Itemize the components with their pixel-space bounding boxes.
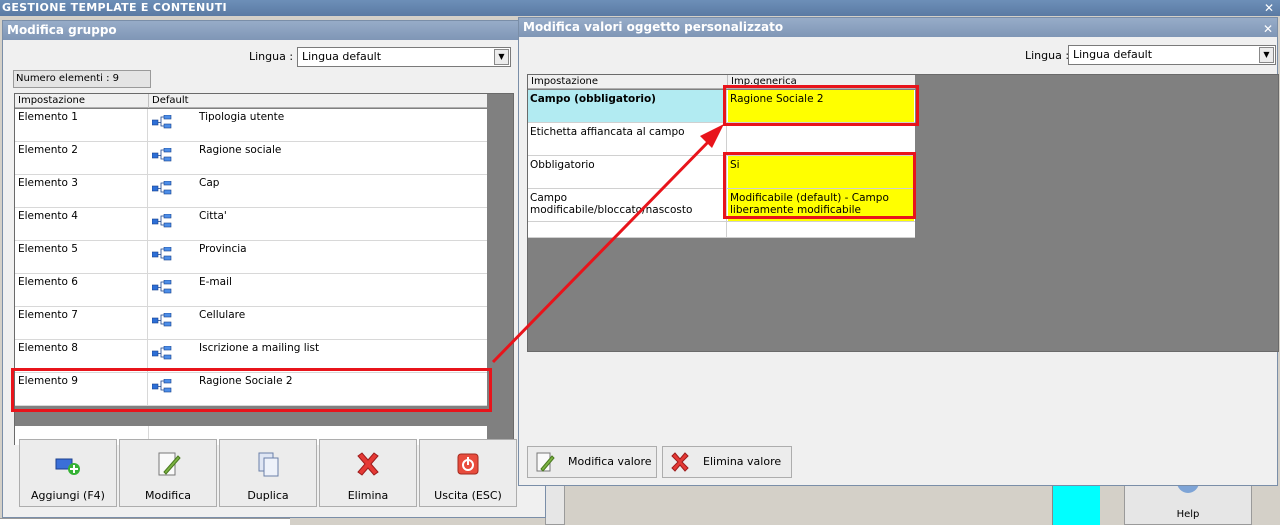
language-select[interactable]: Lingua default ▼ [297, 47, 511, 67]
table-row[interactable]: Elemento 6 E-mail [15, 274, 487, 307]
table-row[interactable]: Elemento 3 Cap [15, 175, 487, 208]
modifica-valore-button[interactable]: Modifica valore [527, 446, 657, 478]
add-button-label: Aggiungi (F4) [31, 489, 105, 502]
delete-button-label: Elimina [347, 489, 389, 502]
window-title-bar: Modifica valori oggetto personalizzato ✕ [519, 18, 1277, 37]
app-title-bar: GESTIONE TEMPLATE E CONTENUTI [0, 0, 1280, 16]
window-title: Modifica valori oggetto personalizzato [523, 20, 784, 34]
hierarchy-icon [152, 280, 172, 294]
delete-button[interactable]: Elimina [319, 439, 417, 507]
row-value: Ragione sociale [199, 144, 282, 156]
duplicate-button-label: Duplica [247, 489, 289, 502]
hierarchy-icon [152, 148, 172, 162]
element-count-text: Numero elementi : 9 [16, 73, 120, 84]
duplicate-icon [258, 452, 279, 477]
row-value: Cellulare [199, 309, 246, 321]
close-icon[interactable]: ✕ [1263, 20, 1273, 39]
row-name: Elemento 3 [15, 175, 148, 208]
language-label: Lingua : [249, 50, 294, 63]
hierarchy-icon [152, 247, 172, 261]
table-row[interactable]: Elemento 2 Ragione sociale [15, 142, 487, 175]
modifica-valore-label: Modifica valore [568, 455, 652, 468]
delete-icon [357, 452, 379, 476]
language-select-value: Lingua default [302, 50, 382, 63]
language-label: Lingua : [1025, 49, 1070, 62]
table-row[interactable]: Elemento 7 Cellulare [15, 307, 487, 340]
row-name: Elemento 2 [15, 142, 148, 175]
grid-header: Impostazione Default [15, 94, 487, 108]
chevron-down-icon[interactable]: ▼ [1259, 47, 1274, 63]
elimina-valore-label: Elimina valore [703, 455, 782, 468]
hierarchy-icon [152, 346, 172, 360]
duplicate-button[interactable]: Duplica [219, 439, 317, 507]
row-name: Elemento 1 [15, 109, 148, 142]
help-label: Help [1176, 509, 1200, 520]
column-header-default[interactable]: Default [149, 94, 487, 108]
row-name: Elemento 6 [15, 274, 148, 307]
property-key: Campo (obbligatorio) [528, 90, 727, 122]
property-empty-row [528, 222, 915, 238]
row-value: Provincia [199, 243, 247, 255]
exit-button-label: Uscita (ESC) [434, 489, 502, 502]
modifica-gruppo-window: Modifica gruppo Lingua : Lingua default … [2, 20, 546, 518]
property-key: Campo modificabile/bloccato/nascosto [528, 189, 727, 221]
hierarchy-icon [152, 313, 172, 327]
column-header-impostazione[interactable]: Impostazione [528, 75, 728, 89]
language-select[interactable]: Lingua default ▼ [1068, 45, 1276, 65]
row-value: Iscrizione a mailing list [199, 342, 320, 354]
language-select-value: Lingua default [1073, 48, 1153, 61]
row-value: E-mail [199, 276, 232, 288]
edit-icon [536, 452, 555, 472]
property-key-empty [528, 222, 727, 237]
chevron-down-icon[interactable]: ▼ [494, 49, 509, 65]
row-value: Citta' [199, 210, 227, 222]
highlight-box-elemento-9 [11, 368, 492, 412]
row-name: Elemento 7 [15, 307, 148, 340]
table-row[interactable]: Elemento 1 Tipologia utente [15, 109, 487, 142]
property-key: Etichetta affiancata al campo [528, 123, 727, 155]
element-count: Numero elementi : 9 [13, 70, 151, 88]
hierarchy-icon [152, 115, 172, 129]
background-strip [0, 518, 290, 525]
app-title: GESTIONE TEMPLATE E CONTENUTI [2, 1, 227, 14]
table-row[interactable]: Elemento 5 Provincia [15, 241, 487, 274]
property-value[interactable] [728, 123, 914, 155]
edit-button-label: Modifica [145, 489, 191, 502]
row-value: Cap [199, 177, 220, 189]
app-close-icon[interactable]: ✕ [1264, 0, 1274, 16]
hierarchy-icon [152, 214, 172, 228]
edit-button[interactable]: Modifica [119, 439, 217, 507]
row-name: Elemento 5 [15, 241, 148, 274]
row-value: Tipologia utente [199, 111, 285, 123]
property-key: Obbligatorio [528, 156, 727, 188]
highlight-box-campo [723, 85, 919, 126]
highlight-box-obbligatorio [723, 152, 916, 219]
row-name: Elemento 4 [15, 208, 148, 241]
exit-button[interactable]: Uscita (ESC) [419, 439, 517, 507]
add-button[interactable]: Aggiungi (F4) [19, 439, 117, 507]
power-icon [457, 453, 479, 475]
edit-icon [158, 452, 181, 476]
hierarchy-icon [152, 181, 172, 195]
add-icon [55, 458, 80, 475]
table-row[interactable]: Elemento 4 Citta' [15, 208, 487, 241]
elimina-valore-button[interactable]: Elimina valore [662, 446, 792, 478]
delete-icon [671, 452, 689, 472]
window-title: Modifica gruppo [7, 23, 117, 37]
window-title-bar: Modifica gruppo [3, 21, 545, 40]
column-header-impostazione[interactable]: Impostazione [15, 94, 149, 108]
